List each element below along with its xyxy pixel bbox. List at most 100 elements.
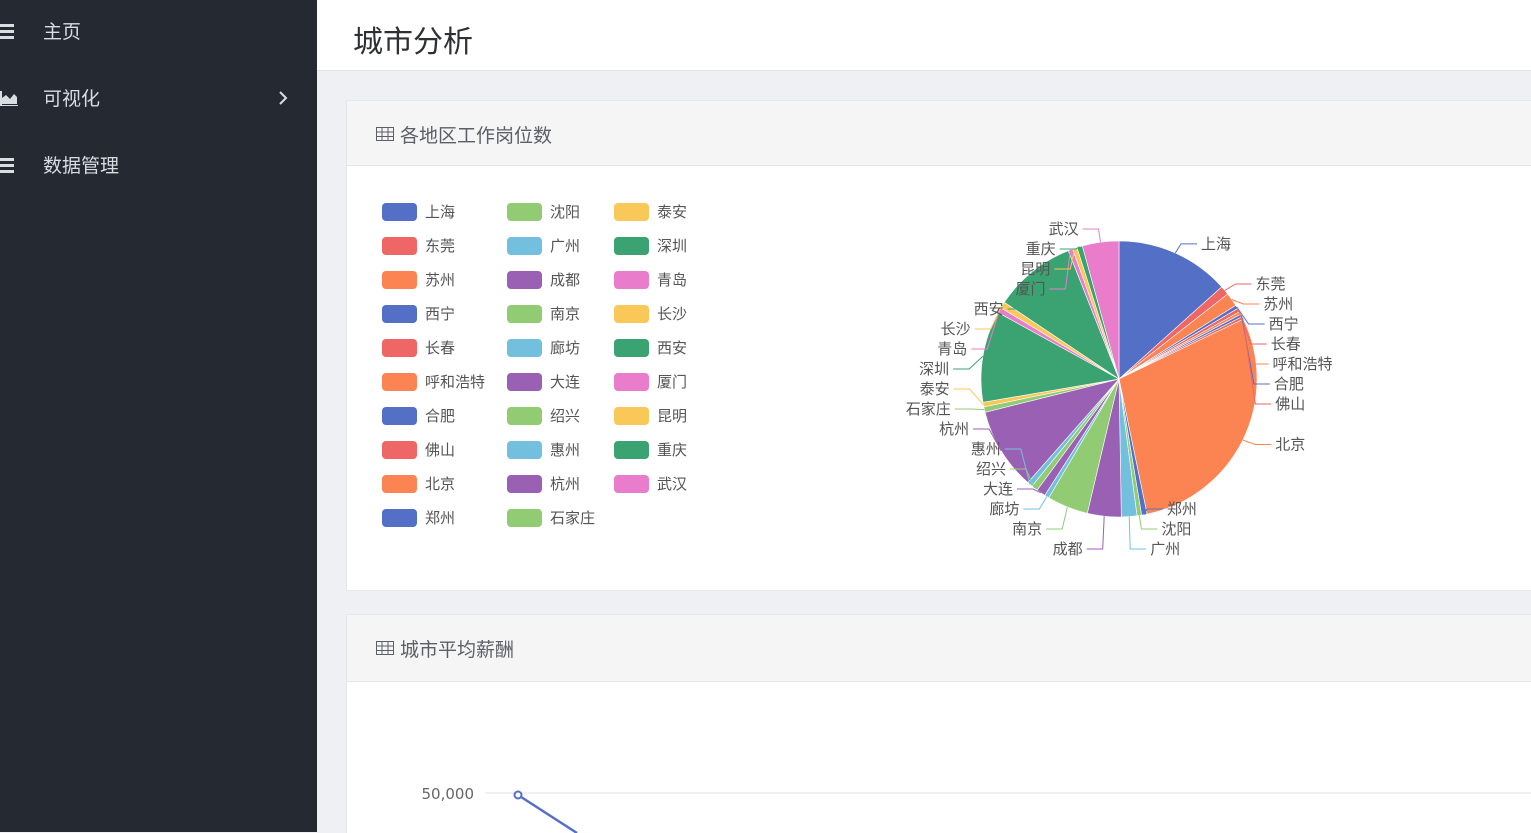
pie-label-line (1242, 439, 1272, 445)
page-title: 城市分析 (353, 25, 473, 60)
pie-label: 成都 (1053, 540, 1083, 558)
legend-item[interactable]: 绍兴 (507, 407, 580, 425)
pie-label: 大连 (983, 480, 1013, 498)
sidebar-item-home[interactable]: 主页 (0, 0, 317, 60)
legend-item[interactable]: 南京 (507, 305, 580, 323)
legend-label: 苏州 (425, 271, 455, 289)
pie-label-line (1138, 515, 1158, 530)
panel-title: 城市平均薪酬 (400, 639, 515, 661)
legend-label: 杭州 (550, 475, 580, 493)
legend-item[interactable]: 合肥 (382, 407, 455, 425)
pie-label: 广州 (1150, 540, 1180, 558)
legend-label: 绍兴 (550, 407, 580, 425)
pie-label: 佛山 (1275, 395, 1305, 413)
pie-label: 沈阳 (1161, 520, 1191, 538)
legend-label: 石家庄 (550, 509, 595, 527)
table-icon (376, 641, 394, 655)
legend-label: 南京 (550, 305, 580, 323)
legend-item[interactable]: 惠州 (507, 441, 580, 459)
pie-label-line (1086, 516, 1105, 550)
legend-item[interactable]: 西安 (614, 339, 687, 357)
pie-label: 绍兴 (976, 460, 1006, 478)
legend-swatch (507, 373, 542, 391)
legend-swatch (614, 271, 649, 289)
pie-chart: 上海 沈阳 泰安东莞 广州 深圳苏州 成都 青岛西宁 南京 长沙长春 廊坊 西安呼和浩特 大连 厦门合肥… (382, 203, 1333, 558)
sidebar-item-label: 数据管理 (43, 154, 120, 177)
legend-item[interactable]: 东莞 (382, 237, 455, 255)
legend-label: 深圳 (657, 237, 687, 255)
pie-label: 南京 (1012, 520, 1042, 538)
legend-label: 合肥 (425, 407, 455, 425)
legend-swatch (382, 373, 417, 391)
legend-label: 广州 (550, 237, 580, 255)
legend-item[interactable]: 深圳 (614, 237, 687, 255)
legend-item[interactable]: 泰安 (614, 203, 687, 221)
legend-item[interactable]: 北京 (382, 475, 455, 493)
legend-item[interactable]: 石家庄 (507, 509, 595, 527)
panel-title: 各地区工作岗位数 (400, 125, 553, 147)
legend-item[interactable]: 厦门 (614, 373, 687, 391)
legend-label: 廊坊 (550, 339, 580, 357)
legend-item[interactable]: 武汉 (614, 475, 687, 493)
pie-label-line (1046, 506, 1068, 530)
area-chart-icon (0, 91, 18, 106)
legend-swatch (507, 339, 542, 357)
pie-label: 武汉 (1049, 220, 1079, 238)
pie-label: 泰安 (920, 380, 950, 398)
legend-label: 北京 (425, 475, 455, 493)
legend-label: 厦门 (657, 373, 687, 391)
legend-swatch (614, 407, 649, 425)
legend-item[interactable]: 廊坊 (507, 339, 580, 357)
legend-label: 青岛 (657, 271, 687, 289)
pie-label-line (953, 355, 984, 370)
legend-item[interactable]: 重庆 (614, 441, 687, 459)
legend-swatch (382, 475, 417, 493)
data-point[interactable] (513, 790, 523, 800)
legend-item[interactable]: 杭州 (507, 475, 580, 493)
pie-label: 廊坊 (989, 500, 1019, 518)
legend-item[interactable]: 郑州 (382, 509, 455, 527)
pie-label: 长春 (1271, 335, 1301, 353)
legend-swatch (382, 509, 417, 527)
legend-swatch (507, 475, 542, 493)
legend-label: 昆明 (657, 407, 687, 425)
sidebar-item-visualization[interactable]: 可视化 (0, 67, 317, 127)
legend-swatch (614, 475, 649, 493)
legend-item[interactable]: 长春 (382, 339, 455, 357)
sidebar-item-data-management[interactable]: 数据管理 (0, 134, 317, 194)
legend-item[interactable]: 西宁 (382, 305, 455, 323)
series-line (517, 793, 578, 833)
pie-label-line (1128, 516, 1147, 550)
legend-label: 西安 (657, 339, 687, 357)
sidebar: 主页 可视化 数据管理 (0, 0, 317, 832)
panel-jobs-by-region: 各地区工作岗位数 上海 沈阳 泰安 东莞 广州 深圳 苏州 成都 青岛 西宁 南京 长沙 长春 廊坊 西安呼… (346, 100, 1531, 591)
legend-label: 佛山 (425, 441, 455, 459)
pie-label-line (1231, 299, 1260, 305)
legend-item[interactable]: 长沙 (614, 305, 687, 323)
legend-swatch (507, 203, 542, 221)
pie-label: 昆明 (1020, 260, 1050, 278)
legend-swatch (614, 305, 649, 323)
legend-item[interactable]: 成都 (507, 271, 580, 289)
chevron-right-icon (279, 91, 288, 105)
legend-label: 重庆 (657, 441, 687, 459)
line-chart: 50,000 (422, 785, 1531, 833)
legend-item[interactable]: 广州 (507, 237, 580, 255)
legend-item[interactable]: 佛山 (382, 441, 455, 459)
pie-label: 东莞 (1256, 275, 1286, 293)
legend-item[interactable]: 大连 (507, 373, 580, 391)
legend-swatch (507, 441, 542, 459)
legend-swatch (507, 305, 542, 323)
menu-icon (0, 24, 14, 39)
legend-swatch (382, 237, 417, 255)
legend-item[interactable]: 苏州 (382, 271, 455, 289)
legend-item[interactable]: 呼和浩特 (382, 373, 485, 391)
legend-item[interactable]: 昆明 (614, 407, 687, 425)
legend-item[interactable]: 沈阳 (507, 203, 580, 221)
panel-header: 各地区工作岗位数 (347, 101, 1531, 166)
table-icon (376, 127, 394, 141)
legend-item[interactable]: 青岛 (614, 271, 687, 289)
legend-item[interactable]: 上海 (382, 203, 455, 221)
pie-label: 郑州 (1167, 500, 1197, 518)
pie-label: 西安 (974, 300, 1004, 318)
